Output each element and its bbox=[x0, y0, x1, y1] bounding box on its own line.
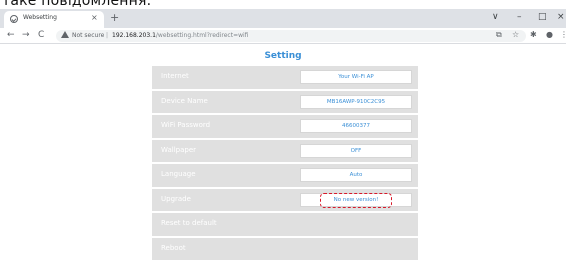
security-indicator[interactable]: Not secure bbox=[72, 32, 104, 39]
url-text: 192.168.203.1/websetting.html?redirect=w… bbox=[112, 32, 248, 39]
setting-row-internet[interactable]: Internet Your Wi-Fi AP bbox=[152, 66, 418, 89]
setting-row-reset[interactable]: Reset to default bbox=[152, 213, 418, 236]
warning-icon bbox=[61, 31, 69, 38]
setting-row-upgrade[interactable]: Upgrade No new version! bbox=[152, 188, 418, 211]
minimize-button[interactable]: – bbox=[517, 11, 522, 23]
setting-value[interactable]: OFF bbox=[300, 143, 412, 158]
globe-icon bbox=[10, 15, 18, 23]
setting-label: Reset to default bbox=[161, 219, 217, 227]
setting-value[interactable]: 46600377 bbox=[300, 119, 412, 133]
settings-list: Internet Your Wi-Fi AP Device Name MB16A… bbox=[152, 66, 418, 262]
url-host: 192.168.203.1 bbox=[112, 32, 156, 39]
address-bar-row: ← → C Not secure | 192.168.203.1/websett… bbox=[0, 28, 566, 44]
tab-search-button[interactable]: ∨ bbox=[492, 11, 499, 23]
new-tab-button[interactable]: + bbox=[110, 12, 119, 24]
setting-row-wallpaper[interactable]: Wallpaper OFF bbox=[152, 139, 418, 162]
back-button[interactable]: ← bbox=[7, 29, 15, 41]
url-separator: | bbox=[106, 32, 109, 39]
setting-row-reboot[interactable]: Reboot bbox=[152, 237, 418, 260]
reload-button[interactable]: C bbox=[38, 29, 44, 41]
caption-text: таке повідомлення. bbox=[2, 0, 152, 9]
tab-title: Websetting bbox=[23, 14, 57, 21]
setting-row-language[interactable]: Language Auto bbox=[152, 164, 418, 187]
extensions-icon[interactable]: ✱ bbox=[530, 29, 537, 41]
bookmark-star-icon[interactable]: ☆ bbox=[512, 29, 519, 41]
setting-label: Reboot bbox=[161, 243, 186, 252]
setting-value[interactable]: MB16AWP-910C2C95 bbox=[300, 94, 412, 109]
setting-label: Device Name bbox=[161, 96, 208, 105]
forward-button[interactable]: → bbox=[22, 29, 30, 41]
setting-row-device-name[interactable]: Device Name MB16AWP-910C2C95 bbox=[152, 90, 418, 113]
browser-tab[interactable]: Websetting × bbox=[4, 11, 104, 28]
close-window-button[interactable]: × bbox=[557, 11, 565, 23]
setting-label: WiFi Password bbox=[161, 121, 211, 129]
setting-label: Internet bbox=[161, 72, 189, 80]
menu-icon[interactable]: ⋮ bbox=[560, 29, 566, 41]
highlight-annotation bbox=[320, 192, 392, 208]
tab-strip: Websetting × + ∨ – □ × bbox=[0, 9, 566, 28]
setting-label: Upgrade bbox=[161, 194, 191, 203]
page-title: Setting bbox=[264, 51, 302, 61]
setting-row-wifi-password[interactable]: WiFi Password 46600377 bbox=[152, 115, 418, 138]
tab-close-button[interactable]: × bbox=[91, 13, 98, 23]
url-path: /websetting.html?redirect=wifi bbox=[155, 32, 249, 39]
setting-label: Language bbox=[161, 170, 196, 178]
setting-value[interactable]: Your Wi-Fi AP bbox=[300, 70, 412, 84]
setting-label: Wallpaper bbox=[161, 145, 197, 154]
profile-icon[interactable]: ● bbox=[546, 29, 553, 41]
address-bar[interactable]: Not secure | 192.168.203.1/websetting.ht… bbox=[56, 30, 526, 42]
setting-value[interactable]: Auto bbox=[300, 168, 412, 182]
share-icon[interactable]: ⧉ bbox=[496, 29, 502, 41]
maximize-button[interactable]: □ bbox=[538, 11, 547, 23]
caption-text-cropped: таке повідомлення. bbox=[0, 0, 566, 9]
